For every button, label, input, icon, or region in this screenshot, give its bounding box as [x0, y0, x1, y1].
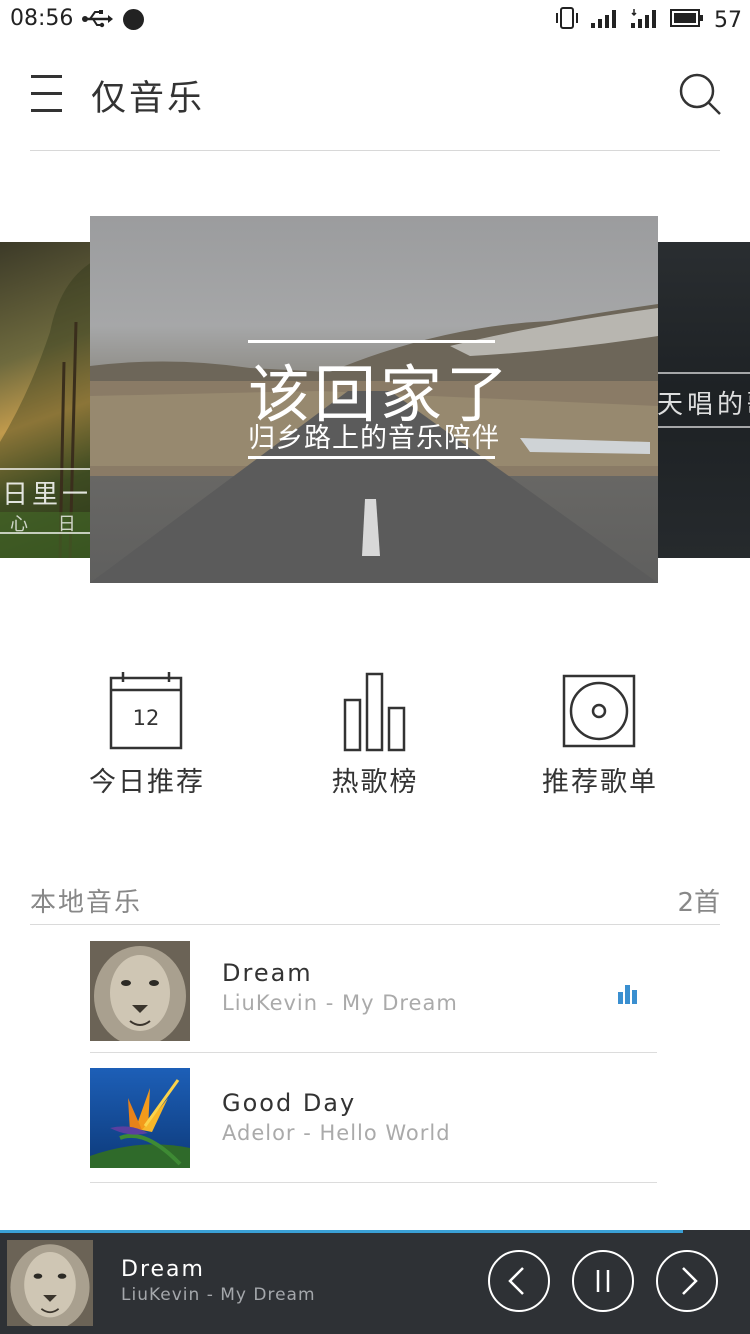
song-title: Dream — [222, 959, 313, 987]
song-divider — [90, 1182, 657, 1183]
album-cover-flower — [90, 1068, 190, 1168]
signal-icon — [590, 7, 620, 33]
banner-main[interactable]: 该回家了 归乡路上的音乐陪伴 — [90, 216, 658, 583]
banner-next[interactable]: 天唱的歌 — [657, 242, 750, 558]
status-bar: 08:56 57 — [0, 0, 750, 40]
previous-button[interactable] — [488, 1250, 550, 1312]
battery-level: 57 — [714, 7, 742, 33]
song-divider — [90, 1052, 657, 1053]
chevron-left-icon — [508, 1267, 524, 1295]
banner-prev[interactable]: 日里一 心 日 语 — [0, 242, 92, 558]
notification-dot-icon — [123, 9, 144, 30]
song-item[interactable]: Good Day Adelor - Hello World — [90, 1055, 657, 1183]
disc-icon — [500, 670, 700, 752]
app-header: 仅音乐 — [0, 40, 750, 150]
chevron-right-icon — [682, 1267, 698, 1295]
banner-subtitle: 归乡路上的音乐陪伴 — [248, 423, 500, 454]
pause-button[interactable] — [572, 1250, 634, 1312]
local-music-count: 2首 — [677, 888, 720, 918]
menu-icon[interactable] — [31, 74, 63, 114]
page-title: 仅音乐 — [91, 79, 206, 119]
banner-prev-title: 日里一 — [2, 480, 92, 510]
player-song-meta: LiuKevin - My Dream — [121, 1285, 316, 1305]
banner-next-title: 天唱的歌 — [657, 390, 750, 420]
player-song-title: Dream — [121, 1257, 205, 1282]
entry-daily-recommend[interactable]: 12 今日推荐 — [47, 670, 247, 799]
now-playing-icon — [617, 983, 639, 1009]
song-artist-album: Adelor - Hello World — [222, 1121, 451, 1145]
calendar-icon: 12 — [47, 670, 247, 752]
entry-label: 热歌榜 — [331, 767, 419, 798]
player-album-cover — [7, 1240, 93, 1326]
signal-4g-icon — [630, 7, 660, 33]
mini-player[interactable]: Dream LiuKevin - My Dream — [0, 1230, 750, 1334]
song-artist-album: LiuKevin - My Dream — [222, 991, 458, 1015]
pause-icon — [596, 1270, 610, 1292]
battery-icon — [670, 8, 704, 32]
search-icon[interactable] — [678, 72, 722, 116]
local-music-title: 本地音乐 — [30, 888, 143, 918]
song-title: Good Day — [222, 1089, 357, 1117]
header-divider — [30, 150, 720, 151]
entry-label: 今日推荐 — [89, 767, 205, 798]
usb-icon — [82, 7, 114, 35]
album-cover-lion — [90, 941, 190, 1041]
vibrate-icon — [554, 5, 580, 35]
entry-recommend-playlist[interactable]: 推荐歌单 — [500, 670, 700, 799]
status-time: 08:56 — [10, 6, 74, 31]
entry-hot-chart[interactable]: 热歌榜 — [275, 670, 475, 799]
calendar-date: 12 — [132, 706, 160, 730]
entry-label: 推荐歌单 — [542, 767, 658, 798]
playback-progress[interactable] — [0, 1230, 683, 1233]
next-button[interactable] — [656, 1250, 718, 1312]
song-item[interactable]: Dream LiuKevin - My Dream — [90, 925, 657, 1053]
bar-chart-icon — [275, 670, 475, 752]
